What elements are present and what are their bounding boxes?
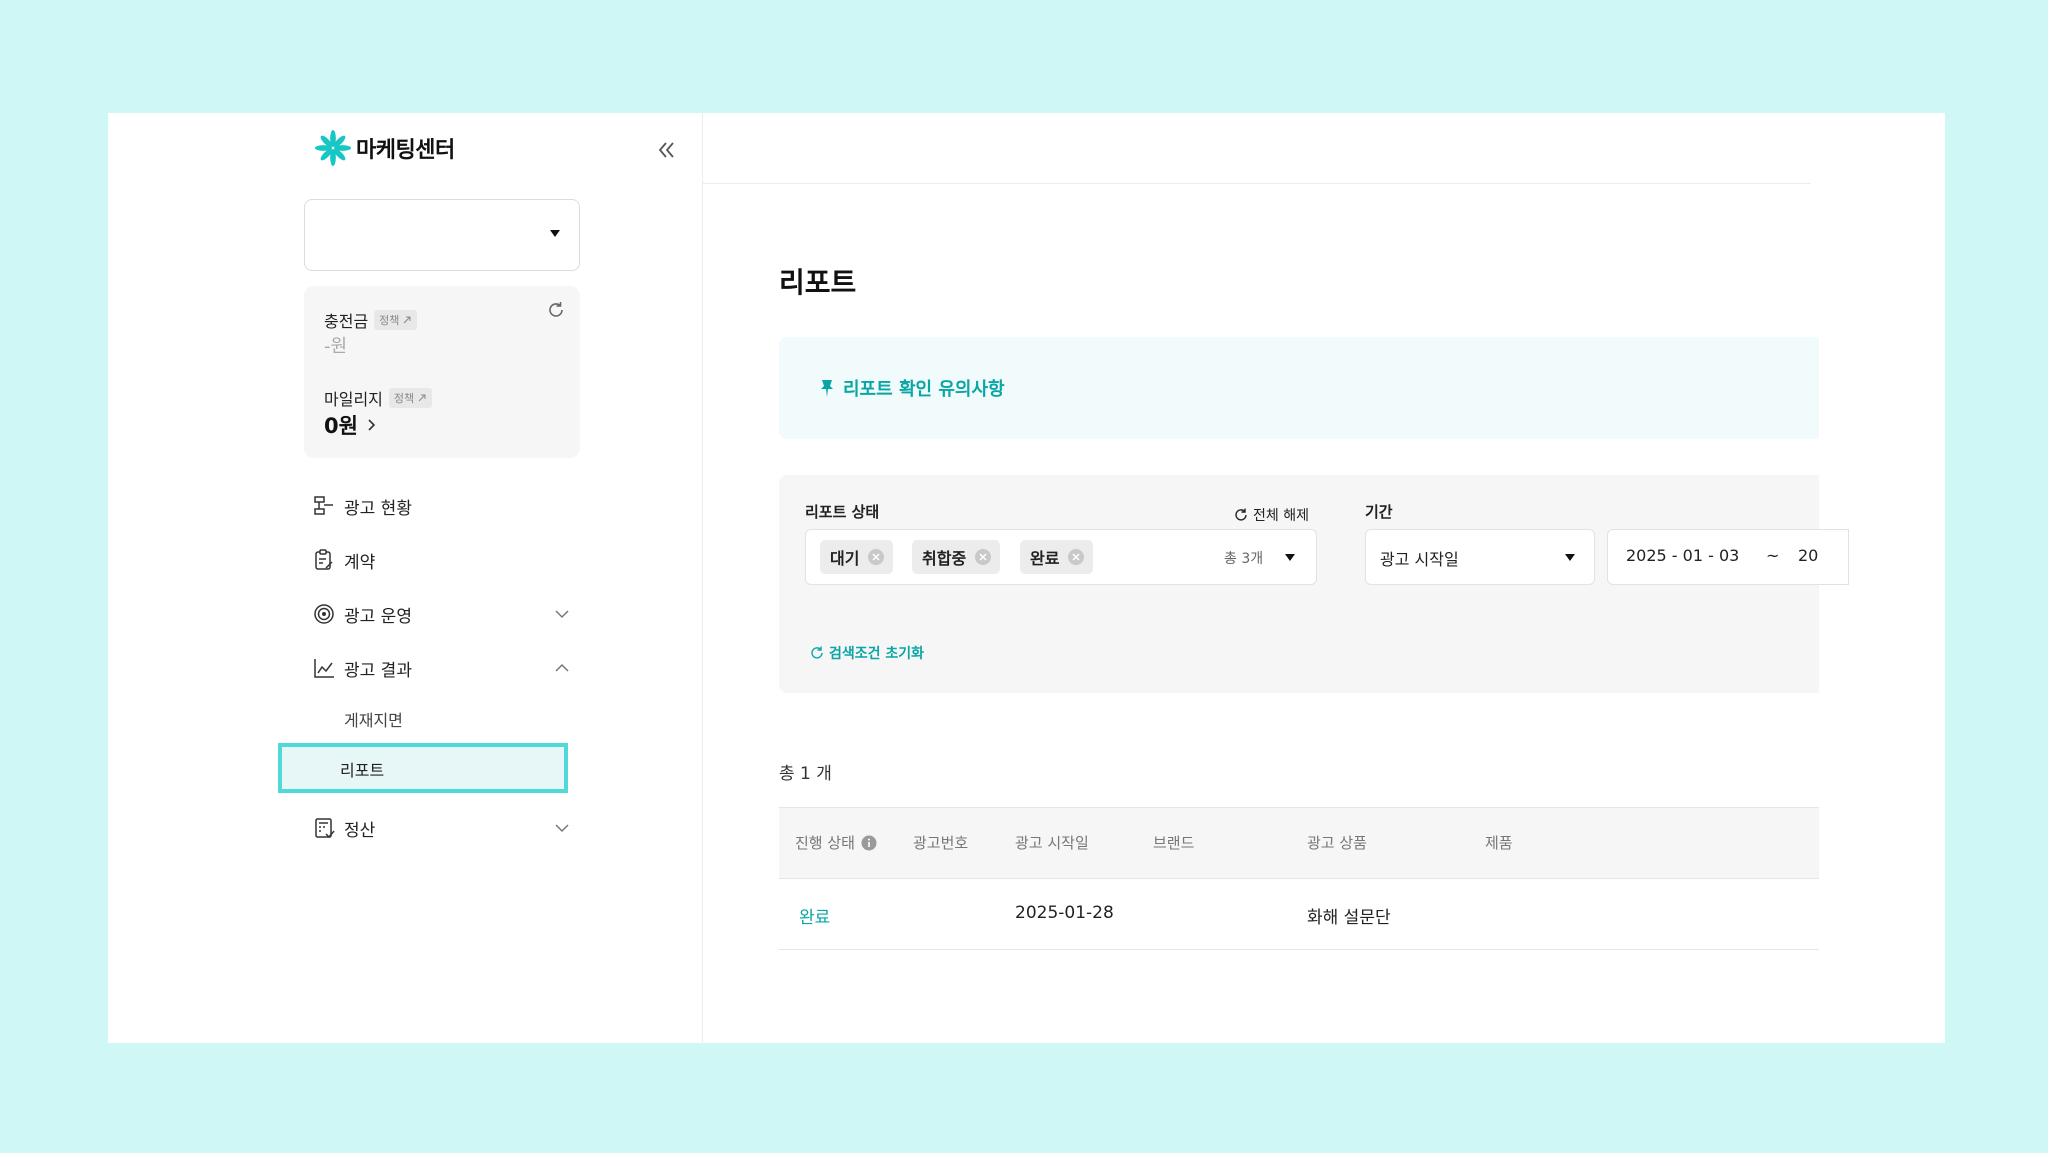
sidebar-subitem-label: 리포트 <box>340 761 385 780</box>
period-type-select[interactable]: 광고 시작일 <box>1365 529 1595 585</box>
page-title: 리포트 <box>779 266 857 299</box>
external-link-icon <box>418 394 426 402</box>
status-chip: 대기 <box>820 540 894 574</box>
pin-icon <box>821 380 833 397</box>
wallet-panel: 충전금 정책 -원 마일리지 정책 0원 <box>304 286 580 458</box>
column-header-label: 진행 상태 <box>795 834 855 852</box>
chevron-down-icon <box>555 610 569 619</box>
row-ad-product: 화해 설문단 <box>1307 908 1391 928</box>
sidebar-subitem-label: 게재지면 <box>344 711 403 730</box>
sidebar-item-label: 광고 현황 <box>344 498 412 519</box>
sidebar-item-label: 광고 결과 <box>344 660 412 681</box>
refresh-icon <box>1235 508 1247 521</box>
status-filter-label: 리포트 상태 <box>805 503 880 521</box>
mileage-policy-link[interactable]: 정책 <box>388 388 433 408</box>
deposit-policy-link[interactable]: 정책 <box>374 310 418 330</box>
main-content: 리포트 리포트 확인 유의사항 리포트 상태 전체 해제 대기 취합중 완료 총… <box>671 113 1849 1043</box>
remove-chip-icon[interactable] <box>1067 548 1085 566</box>
sidebar-item-label: 정산 <box>344 820 376 841</box>
sidebar-item-label: 계약 <box>344 552 376 573</box>
sidebar-item-ad-operation[interactable]: 광고 운영 <box>292 591 582 637</box>
remove-chip-icon[interactable] <box>867 548 885 566</box>
mileage-label: 마일리지 <box>324 390 383 409</box>
column-header-label: 제품 <box>1485 834 1513 852</box>
app-frame: 마케팅센터 충전금 정책 -원 마일리지 정책 0원 광고 현황 계약 광고 운… <box>108 113 1945 1043</box>
status-chip: 완료 <box>1020 540 1094 574</box>
notice-link[interactable]: 리포트 확인 유의사항 <box>817 375 1005 401</box>
caret-down-icon[interactable] <box>1284 552 1296 562</box>
reset-search-button[interactable]: 검색조건 초기화 <box>809 643 924 663</box>
row-start-date: 2025-01-28 <box>1015 903 1114 923</box>
column-header-brand: 브랜드 <box>1153 832 1194 853</box>
settlement-icon <box>315 818 335 839</box>
remove-chip-icon[interactable] <box>974 548 992 566</box>
filter-panel: 리포트 상태 전체 해제 대기 취합중 완료 총 3개 기간 광고 시작일 20… <box>779 475 1849 693</box>
column-header-status: 진행 상태 <box>795 832 877 853</box>
external-link-icon <box>404 316 411 324</box>
column-header-label: 브랜드 <box>1153 834 1195 852</box>
target-icon <box>314 604 334 624</box>
mileage-row: 마일리지 정책 <box>324 386 433 410</box>
table-row[interactable]: 완료 2025-01-28 화해 설문단 <box>779 879 1819 950</box>
column-header-label: 광고 시작일 <box>1015 834 1089 852</box>
chip-label: 대기 <box>830 549 860 568</box>
sidebar: 마케팅센터 충전금 정책 -원 마일리지 정책 0원 광고 현황 계약 광고 운… <box>278 113 703 1043</box>
clear-all-button[interactable]: 전체 해제 <box>1233 505 1309 525</box>
sidebar-item-label: 광고 운영 <box>344 606 412 627</box>
sidebar-item-contract[interactable]: 계약 <box>292 537 582 583</box>
chip-label: 완료 <box>1030 549 1060 568</box>
caret-down-icon <box>550 230 560 237</box>
app-title: 마케팅센터 <box>356 138 455 163</box>
sidebar-item-ad-results[interactable]: 광고 결과 <box>292 645 582 691</box>
period-type-value: 광고 시작일 <box>1380 550 1459 569</box>
sidebar-item-ad-status[interactable]: 광고 현황 <box>292 483 582 529</box>
sidebar-subitem-placement[interactable]: 게재지면 <box>292 695 582 739</box>
ad-status-icon <box>314 496 333 515</box>
column-header-ad-no: 광고번호 <box>913 832 968 853</box>
sidebar-subitem-report[interactable]: 리포트 <box>278 743 568 793</box>
column-header-label: 광고번호 <box>913 834 969 852</box>
result-count: 총 1 개 <box>779 764 832 784</box>
sidebar-item-settlement[interactable]: 정산 <box>292 805 582 851</box>
date-range-picker[interactable]: 2025 - 01 - 03 ~ 20 <box>1607 529 1849 585</box>
date-separator: ~ <box>1766 546 1780 565</box>
account-select[interactable] <box>304 199 580 271</box>
selected-count: 총 3개 <box>1224 551 1264 567</box>
chip-label: 취합중 <box>922 549 967 568</box>
column-header-start-date: 광고 시작일 <box>1015 832 1089 853</box>
column-header-product: 제품 <box>1485 832 1513 853</box>
deposit-value: -원 <box>324 336 348 357</box>
date-end: 20 <box>1798 546 1819 565</box>
chevron-up-icon <box>555 663 569 672</box>
refresh-icon <box>811 646 823 659</box>
contract-icon <box>315 549 333 570</box>
row-status[interactable]: 완료 <box>799 903 830 928</box>
policy-label: 정책 <box>379 314 400 327</box>
info-icon[interactable] <box>861 835 877 851</box>
refresh-icon[interactable] <box>546 300 566 320</box>
caret-down-icon <box>1565 554 1575 561</box>
status-chip: 취합중 <box>912 540 1001 574</box>
column-header-ad-product: 광고 상품 <box>1307 832 1367 853</box>
chevron-down-icon <box>555 824 569 833</box>
mileage-value: 0원 <box>324 414 358 438</box>
clear-all-label: 전체 해제 <box>1253 508 1309 524</box>
period-filter-label: 기간 <box>1365 503 1393 521</box>
chevron-right-icon <box>368 419 376 431</box>
reset-label: 검색조건 초기화 <box>829 646 925 662</box>
date-start: 2025 - 01 - 03 <box>1626 546 1740 565</box>
logo[interactable]: 마케팅센터 <box>314 129 455 167</box>
logo-icon <box>314 129 352 167</box>
column-header-label: 광고 상품 <box>1307 834 1367 852</box>
deposit-label: 충전금 <box>324 312 369 331</box>
notice-banner: 리포트 확인 유의사항 <box>779 337 1819 439</box>
deposit-row: 충전금 정책 <box>324 308 418 332</box>
status-multiselect[interactable]: 대기 취합중 완료 총 3개 <box>805 529 1317 585</box>
table-header: 진행 상태 광고번호 광고 시작일 브랜드 광고 상품 제품 <box>779 807 1819 879</box>
mileage-value-link[interactable]: 0원 <box>324 410 378 440</box>
chart-line-icon <box>314 659 334 678</box>
notice-text: 리포트 확인 유의사항 <box>843 379 1005 400</box>
policy-label: 정책 <box>393 392 415 405</box>
